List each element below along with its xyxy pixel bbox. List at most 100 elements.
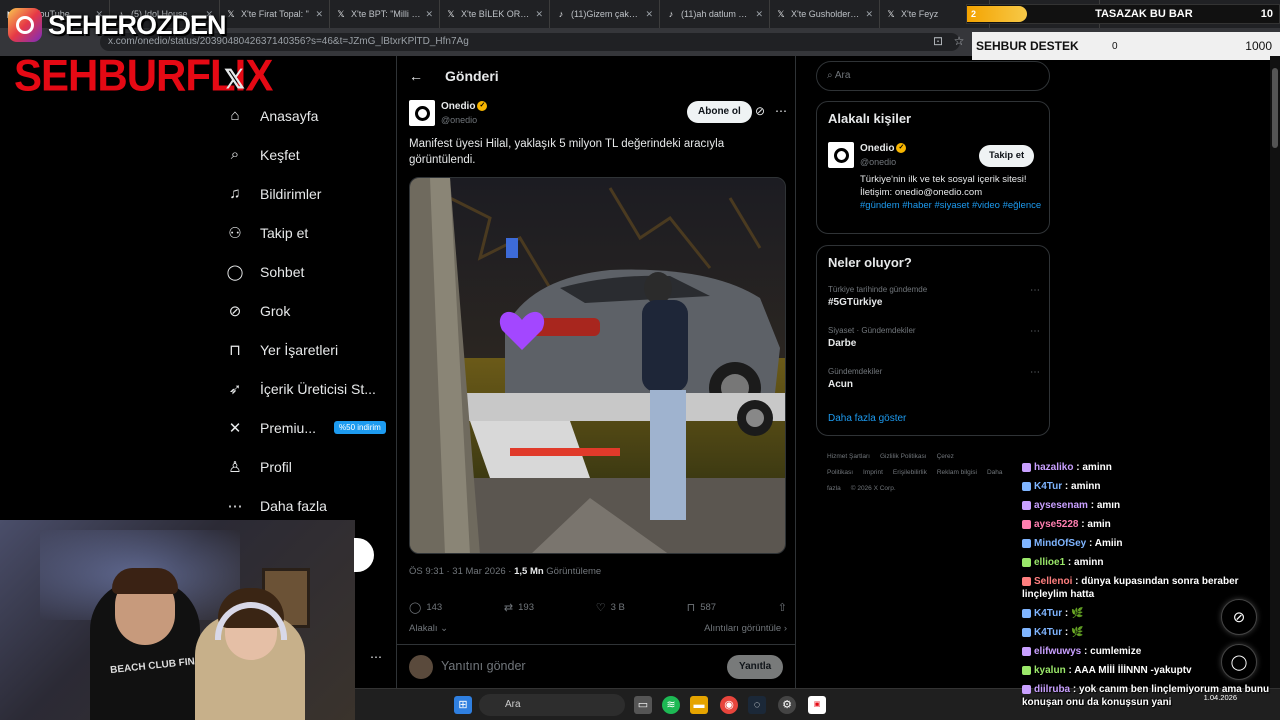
- footer-link[interactable]: © 2026 X Corp.: [851, 485, 896, 492]
- repost-action[interactable]: ⇄ 193: [504, 599, 534, 615]
- account-more-icon[interactable]: ⋯: [370, 650, 382, 664]
- nav-item-2[interactable]: ⌕ Keşfet: [224, 135, 396, 174]
- post-timestamp[interactable]: ÖS 9:31 · 31 Mar 2026 ·: [409, 566, 511, 577]
- chat-username[interactable]: hazaliko: [1034, 462, 1073, 473]
- taskbar-search[interactable]: Ara: [479, 694, 625, 716]
- tiktok-icon: ♪: [558, 9, 564, 19]
- related-dropdown[interactable]: Alakalı ⌄: [409, 623, 448, 634]
- back-arrow-icon[interactable]: ←: [409, 68, 423, 84]
- more-icon[interactable]: ⋯: [1030, 326, 1040, 337]
- close-icon[interactable]: ✕: [535, 9, 543, 20]
- search-icon: ⌕: [827, 70, 835, 81]
- close-icon[interactable]: ✕: [865, 9, 873, 20]
- footer-link[interactable]: Imprint: [863, 469, 883, 476]
- chat-username[interactable]: ayse5228: [1034, 519, 1079, 530]
- app-icon[interactable]: ▣: [808, 696, 826, 714]
- chat-text: aminn: [1074, 557, 1104, 568]
- chat-message: MindOfSey : Amiin: [1022, 534, 1280, 553]
- chat-username[interactable]: aysesenam: [1034, 500, 1088, 511]
- spotify-icon[interactable]: ≋: [662, 696, 680, 714]
- url-field[interactable]: x.com/onedio/status/2039048042637140356?…: [100, 33, 960, 51]
- close-icon[interactable]: ✕: [425, 9, 433, 20]
- more-circle-icon: ⋯: [227, 497, 243, 515]
- chat-username[interactable]: K4Tur: [1034, 481, 1062, 492]
- chat-username[interactable]: kyalun: [1034, 665, 1066, 676]
- nav-item-6[interactable]: ⊘ Grok: [224, 291, 396, 330]
- chat-username[interactable]: K4Tur: [1034, 627, 1062, 638]
- browser-tab[interactable]: ♪ (11)Gizem çakal n ✕: [550, 0, 660, 28]
- account-switch-button[interactable]: [354, 538, 374, 572]
- chat-username[interactable]: ellioe1: [1034, 557, 1065, 568]
- trend-item[interactable]: Siyaset · Gündemdekiler Darbe ⋯: [828, 326, 1040, 349]
- author-avatar[interactable]: [409, 100, 435, 126]
- trend-item[interactable]: Türkiye tarihinde gündemde #5GTürkiye ⋯: [828, 285, 1040, 308]
- footer-link[interactable]: Hizmet Şartları: [827, 453, 870, 460]
- browser-tab[interactable]: 𝕏 X'te BPT: "Milli Eğ ✕: [330, 0, 440, 28]
- follow-button[interactable]: Takip et: [979, 145, 1035, 167]
- person-avatar[interactable]: [828, 142, 854, 168]
- person-name[interactable]: Onedio ✓: [860, 143, 907, 154]
- task-view-icon[interactable]: ▭: [634, 696, 652, 714]
- close-icon[interactable]: ✕: [645, 9, 653, 20]
- like-action[interactable]: ♡ 3 B: [596, 599, 625, 615]
- browser-tab[interactable]: 𝕏 X'te Gusholder Hi ✕: [770, 0, 880, 28]
- subscribe-button[interactable]: Abone ol: [687, 101, 752, 123]
- show-more-link[interactable]: Daha fazla göster: [828, 413, 906, 424]
- chat-username[interactable]: elifwuwys: [1034, 646, 1081, 657]
- view-quotes-link[interactable]: Alıntıları görüntüle ›: [704, 623, 787, 634]
- footer-link[interactable]: Erişilebilirlik: [893, 469, 927, 476]
- chat-badge-icon: [1022, 500, 1031, 510]
- close-icon[interactable]: ✕: [755, 9, 763, 20]
- chrome-icon[interactable]: ◉: [720, 696, 738, 714]
- share-action[interactable]: ⇧: [778, 599, 787, 615]
- chat-username[interactable]: diilruba: [1034, 684, 1070, 695]
- browser-tab[interactable]: 𝕏X'te BİLEK ORUNC✕: [440, 0, 550, 28]
- footer-link[interactable]: Reklam bilgisi: [937, 469, 977, 476]
- chat-badge-icon: [1022, 519, 1031, 529]
- goal-bar: 2 TASAZAK BU BAR 10: [966, 4, 1280, 24]
- windows-start-icon[interactable]: ⊞: [454, 696, 472, 714]
- nav-item-3[interactable]: ♫ Bildirimler: [224, 174, 396, 213]
- reply-action[interactable]: ◯ 143: [409, 599, 442, 615]
- chat-username[interactable]: K4Tur: [1034, 608, 1062, 619]
- bookmark-action[interactable]: ⊓ 587: [687, 599, 716, 615]
- more-icon[interactable]: ⋯: [1030, 367, 1040, 378]
- nav-item-10[interactable]: ♙ Profil: [224, 447, 396, 486]
- app-icon[interactable]: ⚙: [778, 696, 796, 714]
- chat-message: ayse5228 : amin: [1022, 515, 1280, 534]
- chat-username[interactable]: Sellenoi: [1034, 576, 1072, 587]
- nav-item-7[interactable]: ⊓ Yer İşaretleri: [224, 330, 396, 369]
- x-logo-icon[interactable]: 𝕏: [224, 64, 245, 95]
- reply-button[interactable]: Yanıtla: [727, 655, 784, 679]
- more-icon[interactable]: ⋯: [1030, 285, 1040, 296]
- reply-input[interactable]: Yanıtını gönder: [441, 659, 526, 673]
- nav-item-4[interactable]: ⚇ Takip et: [224, 213, 396, 252]
- nav-item-5[interactable]: ◯ Sohbet: [224, 252, 396, 291]
- search-input[interactable]: ⌕ Ara: [816, 61, 1050, 91]
- trend-item[interactable]: Gündemdekiler Acun ⋯: [828, 367, 1040, 390]
- chat-username[interactable]: MindOfSey: [1034, 538, 1086, 549]
- close-icon[interactable]: ✕: [315, 9, 323, 20]
- steam-icon[interactable]: ◌: [748, 696, 766, 714]
- nav-label: Bildirimler: [260, 185, 322, 202]
- stream-chat: hazaliko : aminn K4Tur : aminn aysesenam :…: [1022, 458, 1280, 712]
- author-handle[interactable]: @onedio: [441, 115, 477, 125]
- person-hashtags[interactable]: #gündem #haber #siyaset #video #eğlence: [860, 199, 1042, 212]
- grok-icon[interactable]: ⊘: [755, 104, 765, 118]
- nav-item-9[interactable]: ✕ Premiu... %50 indirim: [224, 408, 396, 447]
- install-icon[interactable]: ⊡: [930, 33, 946, 49]
- browser-tab[interactable]: ♪ (11)ah datlum Yal ✕: [660, 0, 770, 28]
- search-icon: ⌕: [230, 146, 240, 163]
- nav-item-8[interactable]: ➶ İçerik Üreticisi St...: [224, 369, 396, 408]
- author-name[interactable]: Onedio ✓: [441, 101, 488, 112]
- nav-item-1[interactable]: ⌂ Anasayfa: [224, 96, 396, 135]
- star-icon[interactable]: ☆: [951, 33, 967, 49]
- post-image[interactable]: [409, 177, 786, 554]
- more-options-icon[interactable]: ⋯: [775, 104, 787, 118]
- bookmark-icon: ⊓: [229, 341, 241, 359]
- footer-link[interactable]: Gizlilik Politikası: [880, 453, 927, 460]
- person-handle[interactable]: @onedio: [860, 157, 896, 167]
- file-explorer-icon[interactable]: ▬: [690, 696, 708, 714]
- heart-icon: ♡: [595, 601, 606, 614]
- browser-tab[interactable]: 𝕏 X'te Firat Topal: " ✕: [220, 0, 330, 28]
